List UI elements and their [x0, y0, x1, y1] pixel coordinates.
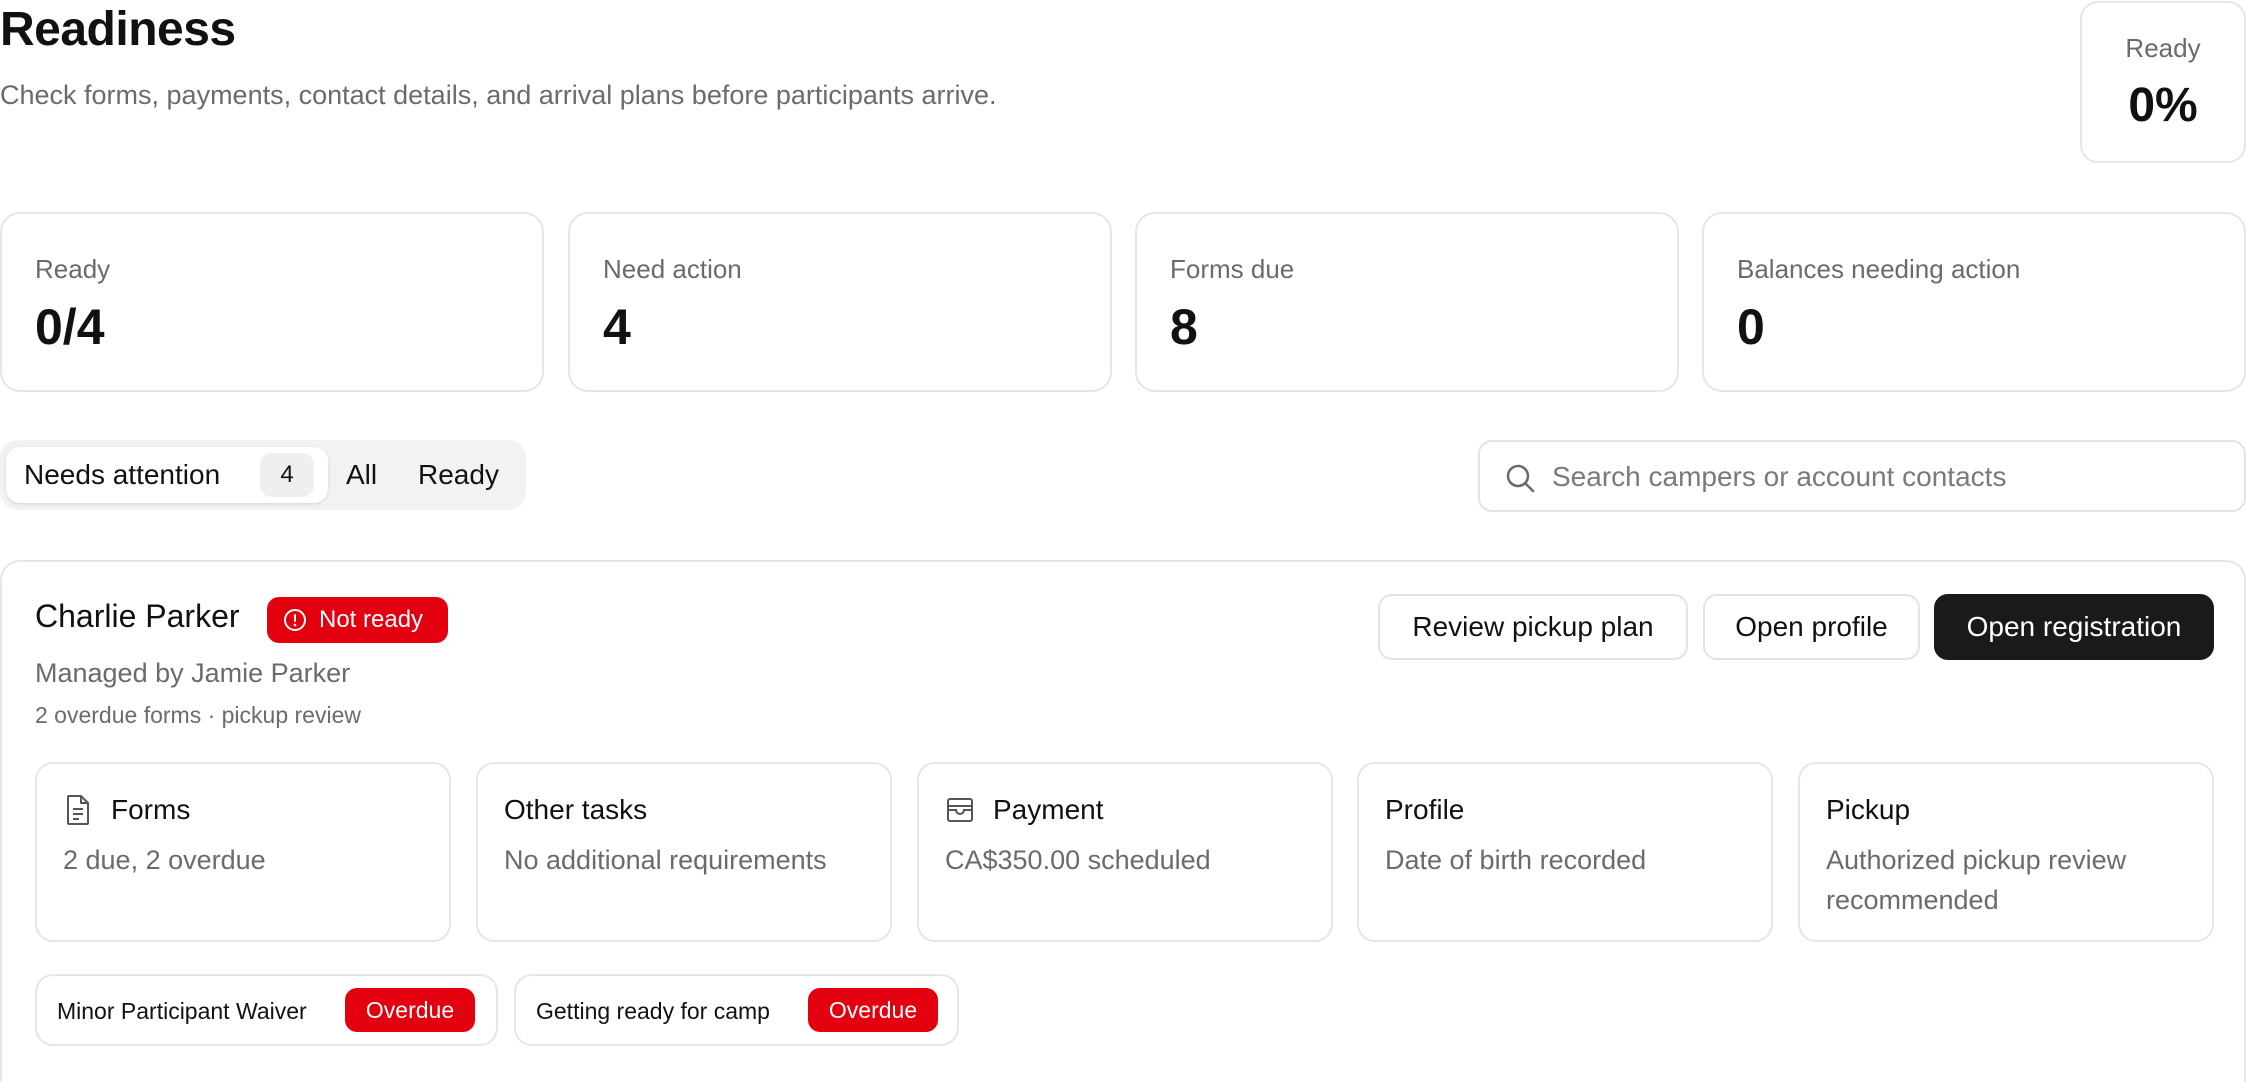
- status-badge-label: Not ready: [319, 606, 424, 633]
- filter-needs-attention[interactable]: Needs attention 4: [6, 447, 328, 503]
- tile-other-tasks: Other tasks No additional requirements: [476, 762, 892, 942]
- tile-body: No additional requirements: [504, 845, 827, 875]
- camper-name: Charlie Parker: [35, 598, 240, 634]
- wallet-icon: [947, 798, 973, 822]
- form-chip-label: Minor Participant Waiver: [57, 998, 307, 1024]
- page-title: Readiness: [0, 3, 236, 56]
- stat-card-balances: Balances needing action 0: [1702, 212, 2246, 392]
- stat-label: Balances needing action: [1737, 254, 2021, 284]
- alert-circle-icon: [284, 609, 306, 631]
- tile-forms: Forms 2 due, 2 overdue: [35, 762, 451, 942]
- review-pickup-plan-button[interactable]: Review pickup plan: [1378, 594, 1688, 660]
- page-subtitle: Check forms, payments, contact details, …: [0, 80, 997, 110]
- overdue-badge: Overdue: [345, 988, 475, 1032]
- form-chip-getting-ready[interactable]: Getting ready for camp Overdue: [514, 974, 959, 1046]
- search-box: [1478, 440, 2246, 512]
- open-registration-button[interactable]: Open registration: [1934, 594, 2214, 660]
- stats-row: Ready 0/4 Need action 4 Forms due 8 Bala…: [0, 212, 2246, 392]
- tile-body: CA$350.00 scheduled: [945, 845, 1211, 875]
- document-icon: [67, 795, 89, 825]
- form-chip-label: Getting ready for camp: [536, 998, 770, 1024]
- overdue-badge: Overdue: [808, 988, 938, 1032]
- ready-percent-card: Ready 0%: [2080, 1, 2246, 163]
- stat-card-forms-due: Forms due 8: [1135, 212, 1679, 392]
- status-badge: Not ready: [267, 597, 448, 643]
- filter-needs-attention-label: Needs attention: [24, 459, 221, 490]
- search-input[interactable]: [1552, 452, 2212, 502]
- camper-summary: 2 overdue forms · pickup review: [35, 702, 361, 728]
- stat-value: 0/4: [35, 299, 105, 355]
- filter-ready[interactable]: Ready: [418, 447, 499, 503]
- tile-title: Payment: [993, 794, 1104, 825]
- tile-pickup: Pickup Authorized pickup review recommen…: [1798, 762, 2214, 942]
- ready-percent-value: 0%: [2128, 79, 2198, 132]
- filter-segmented-control: Needs attention 4 All Ready: [0, 440, 526, 510]
- stat-label: Forms due: [1170, 254, 1295, 284]
- tile-body: Date of birth recorded: [1385, 845, 1647, 875]
- open-profile-button[interactable]: Open profile: [1703, 594, 1920, 660]
- tile-title: Forms: [111, 794, 191, 825]
- ready-percent-label: Ready: [2125, 33, 2201, 63]
- stat-card-need-action: Need action 4: [568, 212, 1112, 392]
- filter-all[interactable]: All: [346, 447, 377, 503]
- tile-body: 2 due, 2 overdue: [63, 845, 266, 875]
- stat-value: 4: [603, 299, 631, 355]
- page-header: Readiness Check forms, payments, contact…: [0, 0, 2246, 170]
- tile-title: Pickup: [1826, 794, 1911, 825]
- stat-value: 0: [1737, 299, 1765, 355]
- stat-card-ready: Ready 0/4: [0, 212, 544, 392]
- tile-profile: Profile Date of birth recorded: [1357, 762, 1773, 942]
- camper-card: Charlie Parker Not ready Managed by Jami…: [0, 560, 2246, 1082]
- stat-label: Need action: [603, 254, 742, 284]
- tile-title: Other tasks: [504, 794, 648, 825]
- stat-value: 8: [1170, 299, 1198, 355]
- tile-title: Profile: [1385, 794, 1465, 825]
- needs-attention-count-badge: 4: [260, 453, 314, 497]
- tile-payment: Payment CA$350.00 scheduled: [917, 762, 1333, 942]
- managed-by: Managed by Jamie Parker: [35, 658, 351, 688]
- search-icon: [1506, 464, 1535, 493]
- form-chip-minor-waiver[interactable]: Minor Participant Waiver Overdue: [35, 974, 498, 1046]
- tile-body: Authorized pickup review recommended: [1826, 845, 2127, 915]
- stat-label: Ready: [35, 254, 111, 284]
